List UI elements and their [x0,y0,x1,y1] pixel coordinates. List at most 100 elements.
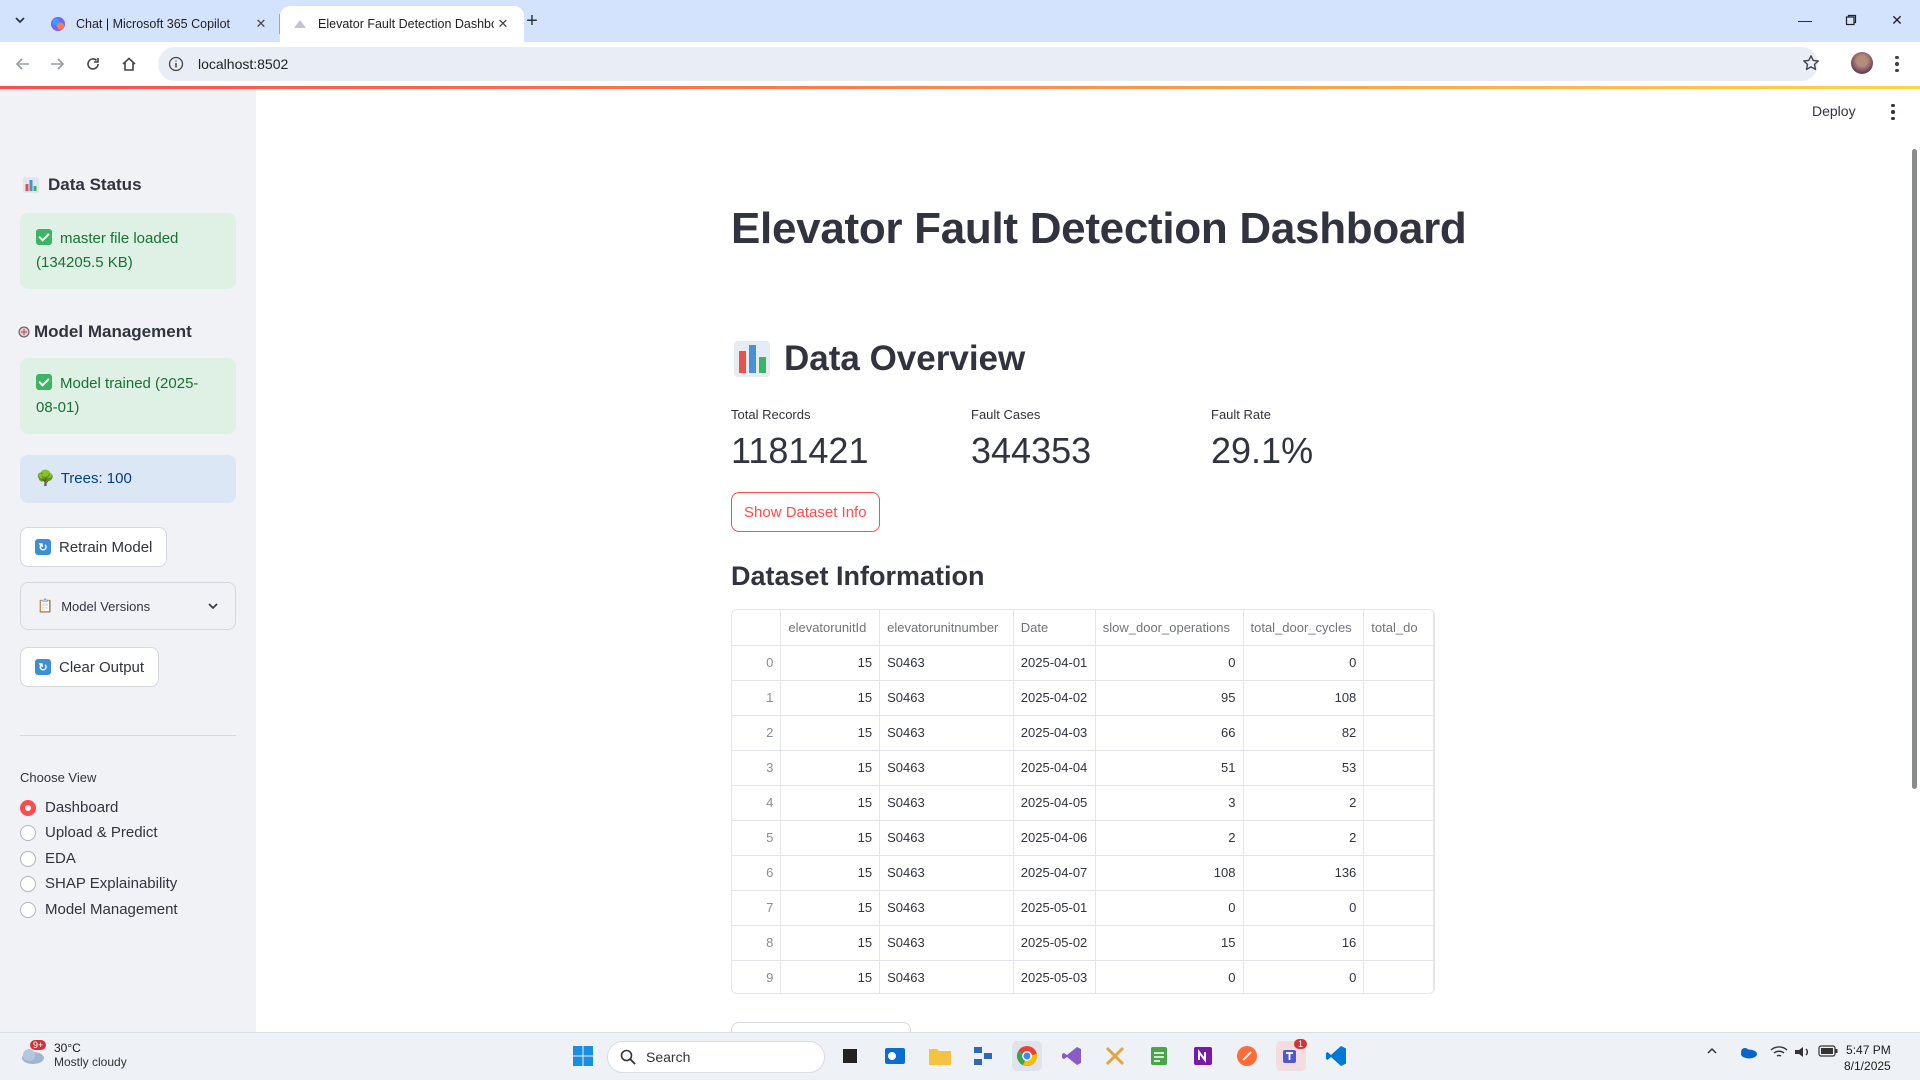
battery-icon[interactable] [1818,1045,1838,1060]
table-cell[interactable]: 2 [1243,785,1365,821]
dataset-table[interactable]: elevatorunitId elevatorunitnumber Date s… [731,609,1435,994]
table-cell[interactable] [1363,680,1434,716]
view-option-shap[interactable]: SHAP Explainability [20,875,177,892]
table-cell[interactable] [1363,855,1434,891]
table-cell[interactable]: 2025-04-02 [1013,680,1096,716]
row-index-cell[interactable]: 8 [732,925,782,961]
table-cell[interactable]: 2025-04-07 [1013,855,1096,891]
table-cell[interactable]: 2025-05-01 [1013,890,1096,926]
row-index-cell[interactable]: 4 [732,785,782,821]
column-header[interactable]: total_door_cycles [1243,610,1365,646]
table-cell[interactable]: S0463 [879,890,1014,926]
deploy-button[interactable]: Deploy [1812,103,1856,119]
system-clock[interactable]: 5:47 PM 8/1/2025 [1844,1042,1891,1074]
restore-button[interactable] [1828,0,1874,40]
table-cell[interactable]: 0 [1243,960,1365,993]
table-row[interactable]: 5 15 S0463 2025-04-06 2 2 [732,820,1434,856]
column-header[interactable] [732,610,782,646]
home-button[interactable] [116,51,142,77]
file-explorer-icon[interactable] [925,1041,955,1071]
column-header[interactable]: slow_door_operations [1095,610,1244,646]
row-index-cell[interactable]: 5 [732,820,782,856]
bookmark-star-button[interactable] [1798,50,1824,76]
table-row[interactable]: 7 15 S0463 2025-05-01 0 0 [732,890,1434,926]
column-header[interactable]: elevatorunitId [780,610,881,646]
outlook-icon[interactable] [880,1041,910,1071]
wifi-icon[interactable] [1770,1045,1788,1062]
table-cell[interactable] [1363,750,1434,786]
snipping-tool-icon[interactable] [1100,1041,1130,1071]
table-cell[interactable]: 2025-04-03 [1013,715,1096,751]
app-menu-button[interactable] [1884,101,1902,123]
table-cell[interactable]: 15 [780,855,881,891]
show-dataset-info-button[interactable]: Show Dataset Info [731,492,880,532]
table-row[interactable]: 0 15 S0463 2025-04-01 0 0 [732,645,1434,681]
table-cell[interactable]: 108 [1243,680,1365,716]
reload-button[interactable] [80,51,106,77]
table-cell[interactable]: 15 [780,820,881,856]
table-cell[interactable]: S0463 [879,715,1014,751]
row-index-cell[interactable]: 3 [732,750,782,786]
table-cell[interactable]: S0463 [879,820,1014,856]
table-cell[interactable]: 136 [1243,855,1365,891]
new-tab-button[interactable]: + [520,9,544,33]
table-cell[interactable]: S0463 [879,855,1014,891]
volume-icon[interactable] [1794,1045,1812,1062]
teams-icon[interactable]: 1 [1276,1039,1308,1071]
table-cell[interactable]: S0463 [879,960,1014,993]
table-row[interactable]: 4 15 S0463 2025-04-05 3 2 [732,785,1434,821]
task-view-icon[interactable] [835,1041,865,1071]
table-cell[interactable]: 2025-04-06 [1013,820,1096,856]
visual-studio-icon[interactable] [1057,1041,1087,1071]
show-hidden-icons-chevron[interactable] [1706,1045,1718,1060]
column-header[interactable]: elevatorunitnumber [879,610,1014,646]
table-cell[interactable]: 15 [780,890,881,926]
tab-elevator-dashboard[interactable]: Elevator Fault Detection Dashbo ✕ [280,6,524,42]
taskbar-search[interactable]: Search [607,1041,825,1073]
partial-button[interactable] [731,1022,911,1032]
row-index-cell[interactable]: 2 [732,715,782,751]
row-index-cell[interactable]: 6 [732,855,782,891]
table-row[interactable]: 1 15 S0463 2025-04-02 95 108 [732,680,1434,716]
table-cell[interactable]: 2025-05-02 [1013,925,1096,961]
table-cell[interactable] [1363,785,1434,821]
forward-button[interactable] [44,51,70,77]
scrollbar-thumb[interactable] [1912,149,1917,789]
table-cell[interactable]: 53 [1243,750,1365,786]
table-cell[interactable]: 15 [780,645,881,681]
table-cell[interactable]: 82 [1243,715,1365,751]
table-row[interactable]: 3 15 S0463 2025-04-04 51 53 [732,750,1434,786]
table-row[interactable]: 8 15 S0463 2025-05-02 15 16 [732,925,1434,961]
table-cell[interactable]: 95 [1095,680,1244,716]
tab-copilot[interactable]: Chat | Microsoft 365 Copilot ✕ [38,6,282,42]
table-cell[interactable]: S0463 [879,925,1014,961]
table-cell[interactable]: 108 [1095,855,1244,891]
table-cell[interactable]: 2025-04-01 [1013,645,1096,681]
table-cell[interactable]: 15 [780,960,881,993]
onedrive-icon[interactable] [1738,1045,1758,1062]
chrome-icon[interactable] [1012,1041,1042,1071]
address-bar[interactable]: localhost:8502 [158,47,1818,81]
view-option-model-management[interactable]: Model Management [20,901,178,918]
table-cell[interactable]: S0463 [879,645,1014,681]
table-cell[interactable]: 0 [1095,960,1244,993]
network-app-icon[interactable] [968,1041,998,1071]
column-header[interactable]: Date [1013,610,1096,646]
column-header[interactable]: total_do [1363,610,1434,646]
close-icon[interactable]: ✕ [494,15,512,33]
table-cell[interactable]: S0463 [879,785,1014,821]
model-versions-expander[interactable]: 📋 Model Versions [20,582,236,630]
onenote-icon[interactable] [1188,1041,1218,1071]
profile-avatar[interactable] [1851,52,1873,74]
window-close-button[interactable]: ✕ [1874,0,1920,40]
clear-output-button[interactable]: ↻ Clear Output [20,647,160,687]
table-cell[interactable] [1363,890,1434,926]
view-option-dashboard[interactable]: Dashboard [20,799,118,816]
table-cell[interactable]: 15 [780,715,881,751]
table-cell[interactable]: 66 [1095,715,1244,751]
postman-icon[interactable] [1232,1041,1262,1071]
table-cell[interactable]: 2025-04-05 [1013,785,1096,821]
table-cell[interactable]: S0463 [879,680,1014,716]
row-index-cell[interactable]: 0 [732,645,782,681]
table-cell[interactable] [1363,645,1434,681]
